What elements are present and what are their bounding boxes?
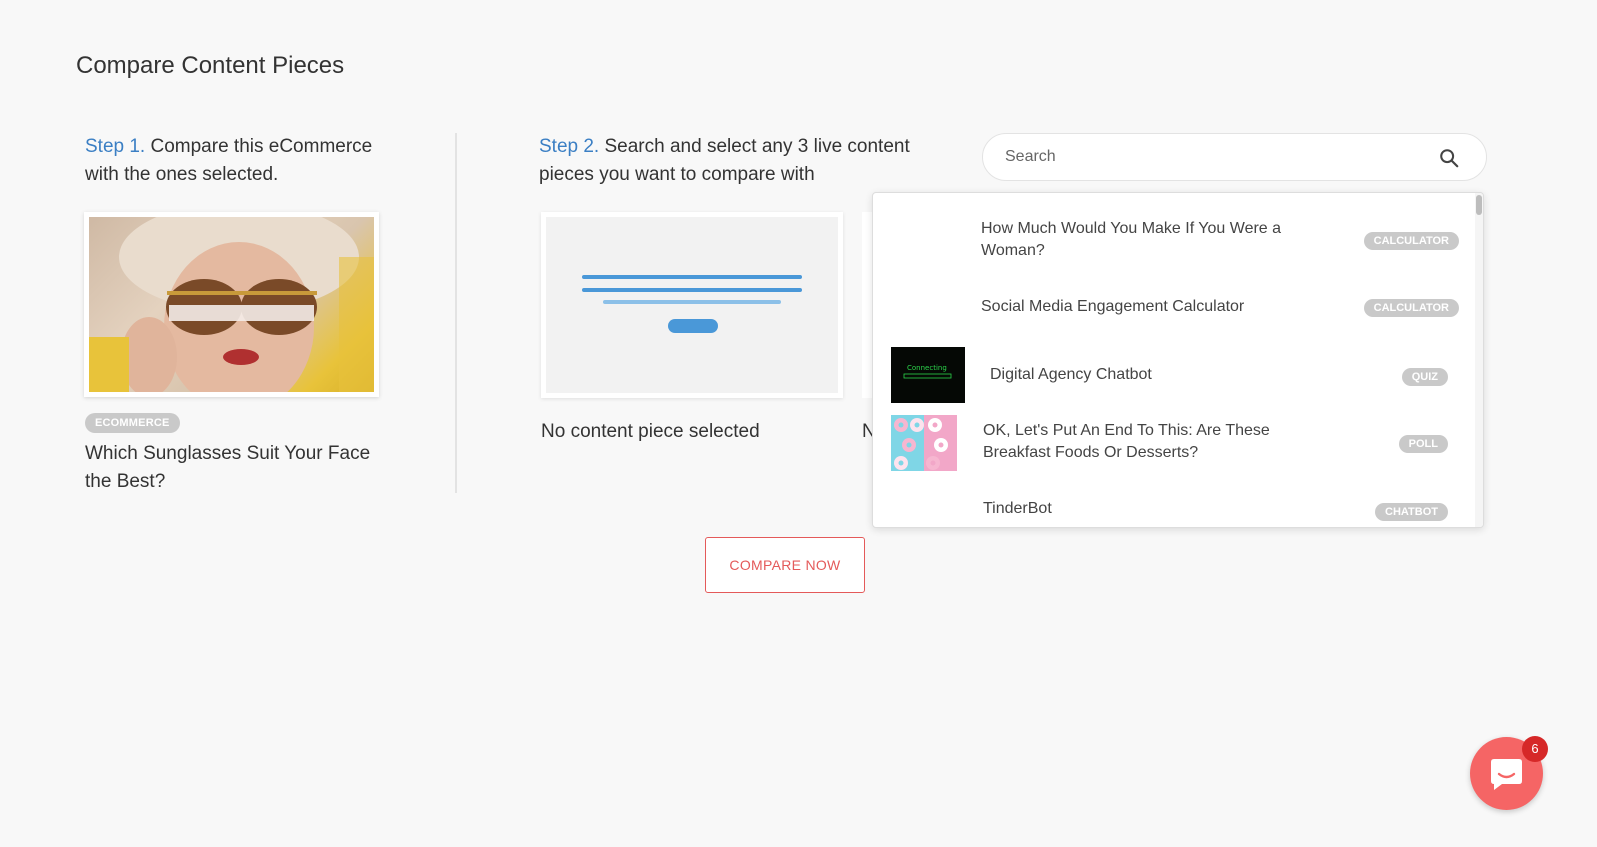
compare-slot-2[interactable] xyxy=(862,212,872,398)
result-title: How Much Would You Make If You Were a Wo… xyxy=(981,220,1282,259)
result-type-badge: QUIZ xyxy=(1401,368,1448,386)
result-type-badge: CHATBOT xyxy=(1375,503,1448,521)
chat-bubble-icon xyxy=(1491,759,1522,790)
content-type-badge: ECOMMERCE xyxy=(85,413,180,433)
search-result-item[interactable]: Social Media Engagement Calculator CALCU… xyxy=(873,285,1473,329)
donuts-thumbnail xyxy=(891,415,957,471)
thumb-text: Connecting xyxy=(907,364,947,372)
search-result-item[interactable]: TinderBot CHATBOT xyxy=(873,493,1473,527)
search-results-dropdown: How Much Would You Make If You Were a Wo… xyxy=(872,192,1484,528)
result-type-badge: CALCULATOR xyxy=(1363,299,1459,317)
search-box[interactable] xyxy=(982,133,1487,181)
result-title: TinderBot xyxy=(983,500,1052,517)
step-divider xyxy=(455,133,457,493)
scrollbar-thumb[interactable] xyxy=(1476,195,1482,215)
result-title: Social Media Engagement Calculator xyxy=(981,298,1245,315)
search-icon[interactable] xyxy=(1438,147,1460,169)
placeholder-line xyxy=(603,300,781,304)
step2-instructions: Step 2. Search and select any 3 live con… xyxy=(539,133,939,189)
compare-now-button[interactable]: COMPARE NOW xyxy=(705,537,865,593)
search-result-item[interactable]: Connecting Digital Agency Chatbot QUIZ xyxy=(873,347,1473,403)
chatbot-thumbnail: Connecting xyxy=(891,347,965,403)
step1-instructions: Step 1. Compare this eCommerce with the … xyxy=(85,133,405,189)
page-title: Compare Content Pieces xyxy=(76,52,345,79)
current-content-thumbnail xyxy=(84,212,379,397)
result-type-badge: POLL xyxy=(1398,435,1448,453)
search-input[interactable] xyxy=(1005,134,1425,180)
result-type-badge: CALCULATOR xyxy=(1363,232,1459,250)
compare-slot-1[interactable] xyxy=(541,212,843,398)
search-result-item[interactable]: How Much Would You Make If You Were a Wo… xyxy=(873,211,1473,271)
result-title: OK, Let's Put An End To This: Are These … xyxy=(983,422,1270,461)
result-title: Digital Agency Chatbot xyxy=(990,366,1152,383)
dropdown-scrollbar[interactable] xyxy=(1475,193,1483,527)
placeholder-line xyxy=(582,275,802,279)
placeholder-pill xyxy=(668,319,718,333)
placeholder-illustration xyxy=(546,217,838,393)
current-content-title: Which Sunglasses Suit Your Face the Best… xyxy=(85,443,371,492)
step1-label: Step 1. xyxy=(85,136,146,157)
step2-label: Step 2. xyxy=(539,136,600,157)
slot-1-empty-text: No content piece selected xyxy=(541,421,760,442)
placeholder-line xyxy=(582,288,802,292)
search-result-item[interactable]: OK, Let's Put An End To This: Are These … xyxy=(873,415,1473,471)
slot-2-empty-text: No content piece selected xyxy=(862,421,872,442)
sunglasses-illustration xyxy=(89,217,374,392)
sunglasses-woman-image xyxy=(89,217,374,392)
chat-unread-badge: 6 xyxy=(1522,736,1548,762)
compare-page: Compare Content Pieces Step 1. Compare t… xyxy=(0,0,1597,847)
